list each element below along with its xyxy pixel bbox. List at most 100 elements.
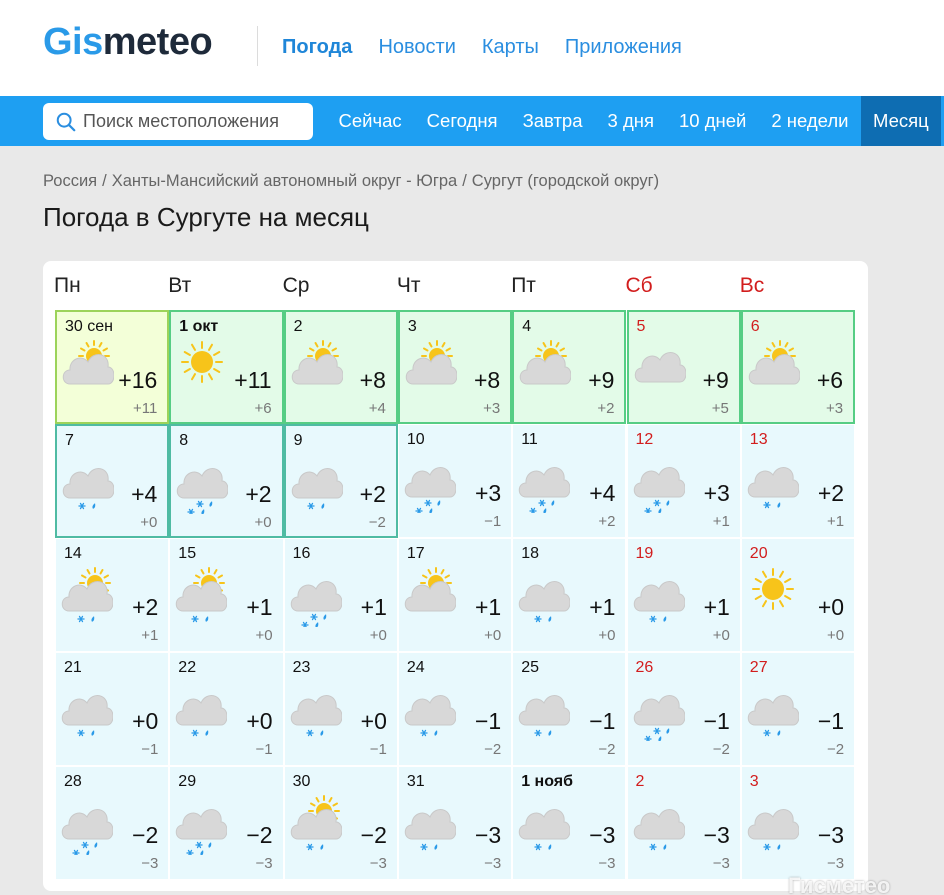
temp-min: +1 <box>141 627 159 644</box>
temp-min: −2 <box>826 741 845 758</box>
temp-max: +6 <box>816 367 844 393</box>
temp-min: +0 <box>369 627 387 644</box>
calendar-day[interactable]: 24 −1 −2 <box>397 652 513 766</box>
sun-cloud-sleet-icon <box>61 567 113 623</box>
calendar-day[interactable]: 9 +2 −2 <box>283 424 398 538</box>
temp-max: −3 <box>589 822 616 848</box>
calendar-day[interactable]: 18 +1 +0 <box>512 538 627 652</box>
tab-period[interactable]: 10 дней <box>666 96 758 146</box>
calendar-day[interactable]: 19 +1 +0 <box>626 538 741 652</box>
day-date: 2 <box>293 318 303 335</box>
day-date: 9 <box>293 432 303 449</box>
calendar-day[interactable]: 8 +2 +0 <box>169 424 284 538</box>
cloud-sleet-light-icon <box>290 695 342 737</box>
calendar-day[interactable]: 23 +0 −1 <box>283 652 398 766</box>
day-date: 7 <box>65 432 74 449</box>
sun-icon <box>751 568 794 610</box>
calendar-day[interactable]: 31 −3 −3 <box>397 766 513 880</box>
tab-period[interactable]: Завтра <box>510 96 595 146</box>
calendar-day[interactable]: 26 −1 −2 <box>626 652 741 766</box>
calendar-day[interactable]: 13 +2 +1 <box>740 424 856 538</box>
temp-min: +1 <box>712 513 730 530</box>
watermark: Гисметео <box>788 873 891 895</box>
cloud-sleet-icon <box>61 809 113 855</box>
gismeteo-logo[interactable]: Gismeteo <box>43 20 213 64</box>
calendar-day[interactable]: 21 +0 −1 <box>55 652 170 766</box>
temp-max: +2 <box>132 594 159 620</box>
day-date: 29 <box>178 773 197 790</box>
nav-link[interactable]: Карты <box>482 34 539 60</box>
tab-period[interactable]: Сейчас <box>326 96 414 146</box>
tab-period[interactable]: Сегодня <box>414 96 510 146</box>
search-input[interactable] <box>83 111 303 132</box>
temp-min: −1 <box>484 513 502 530</box>
tab-period[interactable]: 3 дня <box>595 96 666 146</box>
day-date: 10 <box>406 431 425 448</box>
day-date: 2 <box>635 773 645 790</box>
calendar-day[interactable]: 14 +2 +1 <box>55 538 170 652</box>
weekday-label: Чт <box>396 274 421 297</box>
temp-min: −3 <box>598 855 616 872</box>
weekday-label: Ср <box>282 274 310 297</box>
temp-max: +0 <box>132 708 159 734</box>
calendar-day[interactable]: 22 +0 −1 <box>169 652 284 766</box>
calendar-day[interactable]: 16 +1 +0 <box>283 538 398 652</box>
calendar-day[interactable]: 30 сен +16 +11 <box>55 310 170 424</box>
calendar-day[interactable]: 7 +4 +0 <box>55 424 170 538</box>
calendar-day[interactable]: 12 +3 +1 <box>626 424 741 538</box>
temp-max: +1 <box>703 594 730 620</box>
breadcrumb-link[interactable]: Ханты-Мансийский автономный округ - Югра <box>112 172 458 191</box>
calendar-day[interactable]: 1 нояб −3 −3 <box>512 766 627 880</box>
day-date: 17 <box>406 545 425 562</box>
calendar-day[interactable]: 25 −1 −2 <box>512 652 627 766</box>
nav-link[interactable]: Новости <box>378 34 455 60</box>
calendar-day[interactable]: 29 −2 −3 <box>169 766 284 880</box>
breadcrumb-link[interactable]: Россия <box>43 172 97 191</box>
calendar-day[interactable]: 28 −2 −3 <box>55 766 170 880</box>
calendar-day[interactable]: 10 +3 −1 <box>397 424 513 538</box>
calendar-day[interactable]: 27 −1 −2 <box>740 652 856 766</box>
cloud-sleet-icon <box>176 809 228 855</box>
breadcrumb-link[interactable]: Сургут (городской округ) <box>472 172 659 191</box>
calendar-day[interactable]: 15 +1 +0 <box>169 538 284 652</box>
nav-link[interactable]: Приложения <box>565 34 682 60</box>
day-date: 6 <box>750 318 760 335</box>
day-date: 31 <box>406 773 425 790</box>
header-divider <box>257 26 258 66</box>
temp-min: +2 <box>597 400 615 417</box>
temp-min: −3 <box>712 855 730 872</box>
main-nav: Погода Новости Карты Приложения <box>282 34 682 60</box>
temp-min: −3 <box>484 855 502 872</box>
nav-link[interactable]: Погода <box>282 34 352 60</box>
weekday-label: Вс <box>739 274 765 297</box>
day-date: 21 <box>64 659 82 676</box>
calendar-day[interactable]: 4 +9 +2 <box>512 310 627 424</box>
temp-max: −2 <box>360 822 387 848</box>
calendar-day[interactable]: 20 +0 +0 <box>740 538 856 652</box>
calendar-day[interactable]: 1 окт +11 +6 <box>169 310 284 424</box>
temp-min: +0 <box>598 627 616 644</box>
calendar-day[interactable]: 6 +6 +3 <box>740 310 856 424</box>
tab-period[interactable]: Месяц <box>860 96 941 146</box>
calendar-day[interactable]: 17 +1 +0 <box>397 538 513 652</box>
calendar-day[interactable]: 2 −3 −3 <box>626 766 741 880</box>
temp-max: +1 <box>246 594 273 620</box>
temp-max: +8 <box>473 367 501 393</box>
temp-min: +6 <box>254 400 272 417</box>
temp-max: +2 <box>817 480 845 506</box>
day-date: 1 нояб <box>521 773 573 790</box>
temp-min: −2 <box>712 741 730 758</box>
calendar-day[interactable]: 5 +9 +5 <box>626 310 741 424</box>
day-date: 12 <box>635 431 654 448</box>
calendar-day[interactable]: 11 +4 +2 <box>512 424 627 538</box>
forecast-bar: СейчасСегодняЗавтра3 дня10 дней2 неделиМ… <box>0 96 944 146</box>
search-box[interactable] <box>43 103 313 140</box>
calendar-day[interactable]: 3 −3 −3 <box>740 766 856 880</box>
tab-period[interactable]: 2 недели <box>759 96 861 146</box>
cloud-sleet-light-icon <box>61 695 113 737</box>
temp-min: −2 <box>598 741 616 758</box>
calendar-day[interactable]: 30 −2 −3 <box>283 766 398 880</box>
cloud-sleet-light-icon <box>291 468 343 510</box>
calendar-day[interactable]: 3 +8 +3 <box>397 310 513 424</box>
calendar-day[interactable]: 2 +8 +4 <box>283 310 398 424</box>
